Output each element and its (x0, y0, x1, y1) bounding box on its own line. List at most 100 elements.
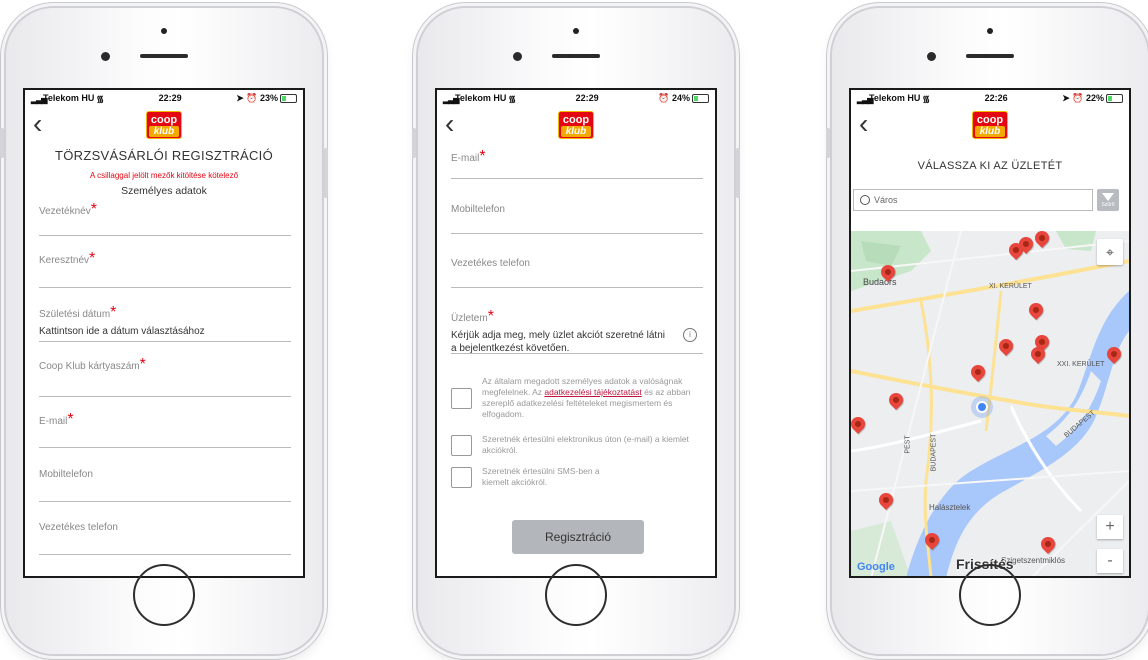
city-search-placeholder: Város (874, 195, 898, 205)
location-icon: ➤ (236, 92, 244, 103)
mobile-label: Mobiltelefon (39, 469, 93, 480)
clock: 22:29 (158, 93, 182, 103)
battery-percent: 22% (1085, 92, 1104, 103)
battery-percent: 24% (671, 92, 690, 103)
map-label-halasztelek: Halásztelek (929, 503, 971, 512)
signal-icon: ▂▃▅ (443, 94, 459, 104)
card-number-label: Coop Klub kártyaszám (39, 361, 140, 372)
consent-privacy-checkbox[interactable] (451, 387, 472, 409)
earpiece-speaker (140, 54, 188, 58)
mobile-field[interactable]: Mobiltelefon (39, 464, 291, 502)
map-label-pest: PEST (904, 435, 912, 454)
landline-field[interactable]: Vezetékes telefon (451, 253, 703, 288)
landline-field[interactable]: Vezetékes telefon (39, 517, 291, 555)
carrier-name: Telekom HU (455, 93, 507, 103)
consent-email-text: Szeretnék értesülni elektronikus úton (e… (482, 434, 689, 455)
signal-icon: ▂▃▅ (31, 94, 47, 104)
nav-bar: ‹ coop klub (25, 106, 303, 146)
nav-bar: ‹ coop klub (851, 106, 1129, 146)
nav-bar: ‹ coop klub (437, 106, 715, 146)
birth-date-field[interactable]: Születési dátum* Kattintson ide a dátum … (39, 304, 291, 342)
home-button[interactable] (959, 564, 1021, 626)
first-name-field[interactable]: Keresztnév* (39, 250, 291, 288)
front-camera (987, 28, 993, 34)
map-label-budapest: BUDAPEST (930, 433, 938, 472)
coop-klub-logo: coop klub (146, 111, 182, 139)
locate-icon[interactable]: ⌖ (1097, 239, 1123, 265)
store-label: Üzletem (451, 313, 488, 324)
coop-klub-logo: coop klub (558, 111, 594, 139)
search-icon (860, 195, 870, 205)
first-name-label: Keresztnév (39, 255, 90, 266)
status-bar: ▂▃▅ Telekom HU ᯾ 22:29 ⏰ 24% (437, 90, 715, 106)
clock: 22:26 (984, 93, 1008, 103)
birth-date-label: Születési dátum (39, 309, 111, 320)
location-icon: ➤ (1062, 92, 1070, 103)
store-map[interactable]: Budaörs XI. KERÜLET XXI. KERÜLET PEST BU… (851, 231, 1129, 576)
consent-sms-row: Szeretnék értesülni SMS-ben a kiemelt ak… (451, 466, 703, 488)
signal-icon: ▂▃▅ (857, 94, 873, 104)
filter-label: Szűrő (1101, 202, 1115, 208)
info-icon[interactable]: i (683, 328, 697, 342)
consent-email-checkbox[interactable] (451, 434, 472, 456)
last-name-field[interactable]: Vezetéknév* (39, 201, 291, 236)
email-field[interactable]: E-mail* (451, 148, 703, 179)
chevron-left-icon[interactable]: ‹ (859, 110, 868, 138)
chevron-left-icon[interactable]: ‹ (33, 110, 42, 138)
filter-icon (1102, 193, 1114, 201)
mobile-field[interactable]: Mobiltelefon (451, 199, 703, 234)
store-field[interactable]: Üzletem* Kérjük adja meg, mely üzlet akc… (451, 308, 703, 354)
wifi-icon: ᯾ (922, 93, 931, 104)
screen-registration-bottom: ▂▃▅ Telekom HU ᯾ 22:29 ⏰ 24% ‹ coop klub E-… (435, 88, 717, 578)
filter-button[interactable]: Szűrő (1097, 189, 1119, 211)
landline-label: Vezetékes telefon (39, 522, 118, 533)
phone-frame-2: ▂▃▅ Telekom HU ᯾ 22:29 ⏰ 24% ‹ coop klub E-… (412, 8, 740, 654)
alarm-icon: ⏰ (246, 92, 258, 103)
phone-frame-1: ▂▃▅ Telekom HU ᯾ 22:29 ➤ ⏰ 23% ‹ coop klub … (0, 8, 328, 654)
front-camera (573, 28, 579, 34)
register-button[interactable]: Regisztráció (512, 520, 644, 554)
mobile-label: Mobiltelefon (451, 204, 505, 215)
consent-sms-checkbox[interactable] (451, 466, 472, 488)
alarm-icon: ⏰ (658, 92, 670, 103)
consent-privacy-text: Az általam megadott személyes adatok a v… (482, 376, 691, 419)
page-title: VÁLASSZA KI AZ ÜZLETÉT (917, 160, 1063, 172)
consent-sms-text: Szeretnék értesülni SMS-ben a kiemelt ak… (482, 466, 600, 487)
email-label: E-mail (39, 416, 68, 427)
screen-store-select: ▂▃▅ Telekom HU ᯾ 22:26 ➤ ⏰ 22% ‹ coop klub … (849, 88, 1131, 578)
wifi-icon: ᯾ (96, 93, 105, 104)
proximity-sensor (101, 52, 110, 61)
battery-icon (692, 93, 709, 103)
section-title-personal: Személyes adatok (121, 185, 207, 197)
carrier-name: Telekom HU (869, 93, 921, 103)
carrier-name: Telekom HU (43, 93, 95, 103)
required-note: A csillaggal jelölt mezők kitöltése köte… (89, 171, 239, 180)
card-number-field[interactable]: Coop Klub kártyaszám* (39, 356, 291, 397)
status-bar: ▂▃▅ Telekom HU ᯾ 22:26 ➤ ⏰ 22% (851, 90, 1129, 106)
chevron-left-icon[interactable]: ‹ (445, 110, 454, 138)
privacy-policy-link[interactable]: adatkezelési tájékoztatást (544, 387, 641, 397)
map-label-xi-kerulet: XI. KERÜLET (989, 283, 1032, 290)
city-search-input[interactable]: Város (853, 189, 1093, 211)
home-button[interactable] (545, 564, 607, 626)
zoom-out-button[interactable]: - (1097, 549, 1123, 573)
alarm-icon: ⏰ (1072, 92, 1084, 103)
map-label-budaors: Budaörs (863, 277, 897, 287)
email-field[interactable]: E-mail* (39, 411, 291, 448)
consent-privacy-row: Az általam megadott személyes adatok a v… (451, 376, 703, 420)
phone-frame-3: ▂▃▅ Telekom HU ᯾ 22:26 ➤ ⏰ 22% ‹ coop klub … (826, 8, 1148, 654)
zoom-in-button[interactable]: + (1097, 515, 1123, 539)
proximity-sensor (927, 52, 936, 61)
earpiece-speaker (552, 54, 600, 58)
battery-percent: 23% (259, 92, 278, 103)
last-name-label: Vezetéknév (39, 206, 91, 217)
store-value: Kérjük adja meg, mely üzlet akciót szere… (451, 330, 665, 354)
battery-icon (1106, 93, 1123, 103)
home-button[interactable] (133, 564, 195, 626)
page-title: TÖRZSVÁSÁRLÓI REGISZTRÁCIÓ (55, 148, 273, 163)
wifi-icon: ᯾ (508, 93, 517, 104)
earpiece-speaker (966, 54, 1014, 58)
proximity-sensor (513, 52, 522, 61)
google-logo: Google (857, 561, 895, 573)
landline-label: Vezetékes telefon (451, 258, 530, 269)
